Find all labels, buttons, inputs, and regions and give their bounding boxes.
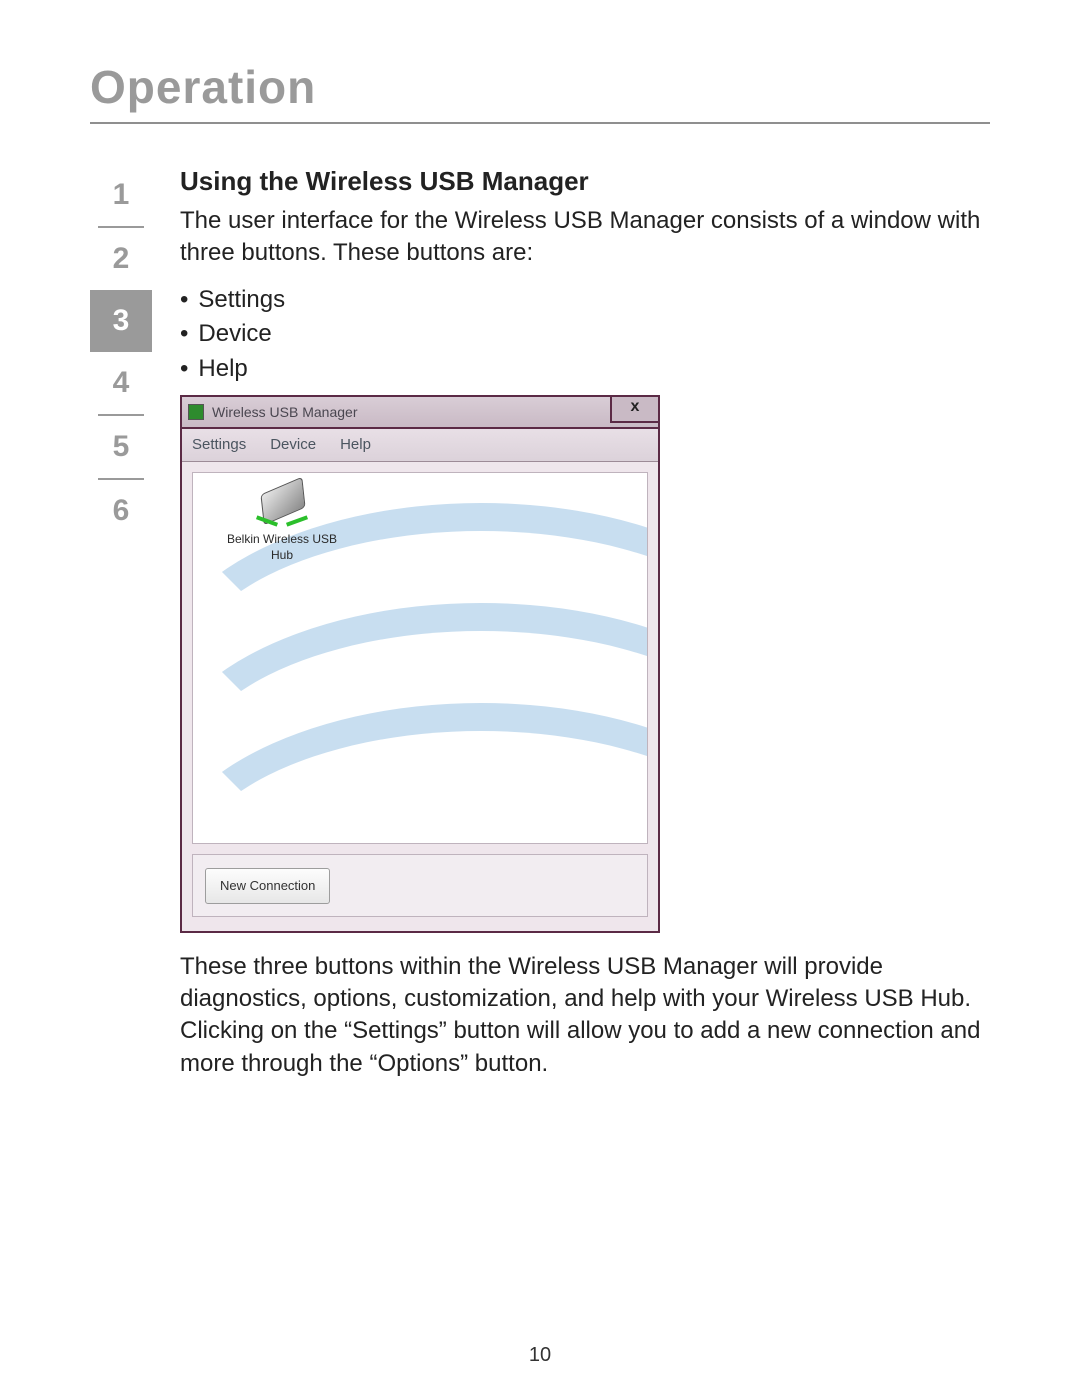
main-column: Using the Wireless USB Manager The user … <box>180 164 990 1104</box>
bullet-item: Device <box>180 318 990 350</box>
page-number: 10 <box>0 1344 1080 1367</box>
hub-icon <box>254 481 310 527</box>
section-tab-6[interactable]: 6 <box>90 480 152 542</box>
window-title-text: Wireless USB Manager <box>212 403 358 422</box>
menu-settings[interactable]: Settings <box>192 435 246 455</box>
app-window: Wireless USB Manager x Settings Device H… <box>180 395 660 933</box>
section-tab-2[interactable]: 2 <box>90 228 152 290</box>
app-icon <box>188 404 204 420</box>
section-number-strip: 1 2 3 4 5 6 <box>90 164 152 542</box>
section-tab-3[interactable]: 3 <box>90 290 152 352</box>
menubar: Settings Device Help <box>182 429 658 462</box>
device-item[interactable]: Belkin Wireless USB Hub <box>207 481 357 563</box>
closing-paragraph: These three buttons within the Wireless … <box>180 951 990 1081</box>
new-connection-button[interactable]: New Connection <box>205 868 330 904</box>
window-bottom-bar: New Connection <box>192 854 648 917</box>
bullet-item: Settings <box>180 284 990 316</box>
page-title: Operation <box>90 60 990 114</box>
section-tab-1[interactable]: 1 <box>90 164 152 226</box>
device-label: Belkin Wireless USB <box>207 531 357 547</box>
bullet-list: Settings Device Help <box>180 284 990 385</box>
device-label: Hub <box>207 547 357 563</box>
menu-help[interactable]: Help <box>340 435 371 455</box>
title-rule <box>90 122 990 124</box>
close-button[interactable]: x <box>610 395 660 423</box>
window-client-area: Belkin Wireless USB Hub <box>192 472 648 844</box>
bullet-item: Help <box>180 353 990 385</box>
intro-paragraph: The user interface for the Wireless USB … <box>180 205 990 270</box>
section-tab-4[interactable]: 4 <box>90 352 152 414</box>
menu-device[interactable]: Device <box>270 435 316 455</box>
window-titlebar[interactable]: Wireless USB Manager x <box>182 397 658 429</box>
section-heading: Using the Wireless USB Manager <box>180 164 990 199</box>
section-tab-5[interactable]: 5 <box>90 416 152 478</box>
